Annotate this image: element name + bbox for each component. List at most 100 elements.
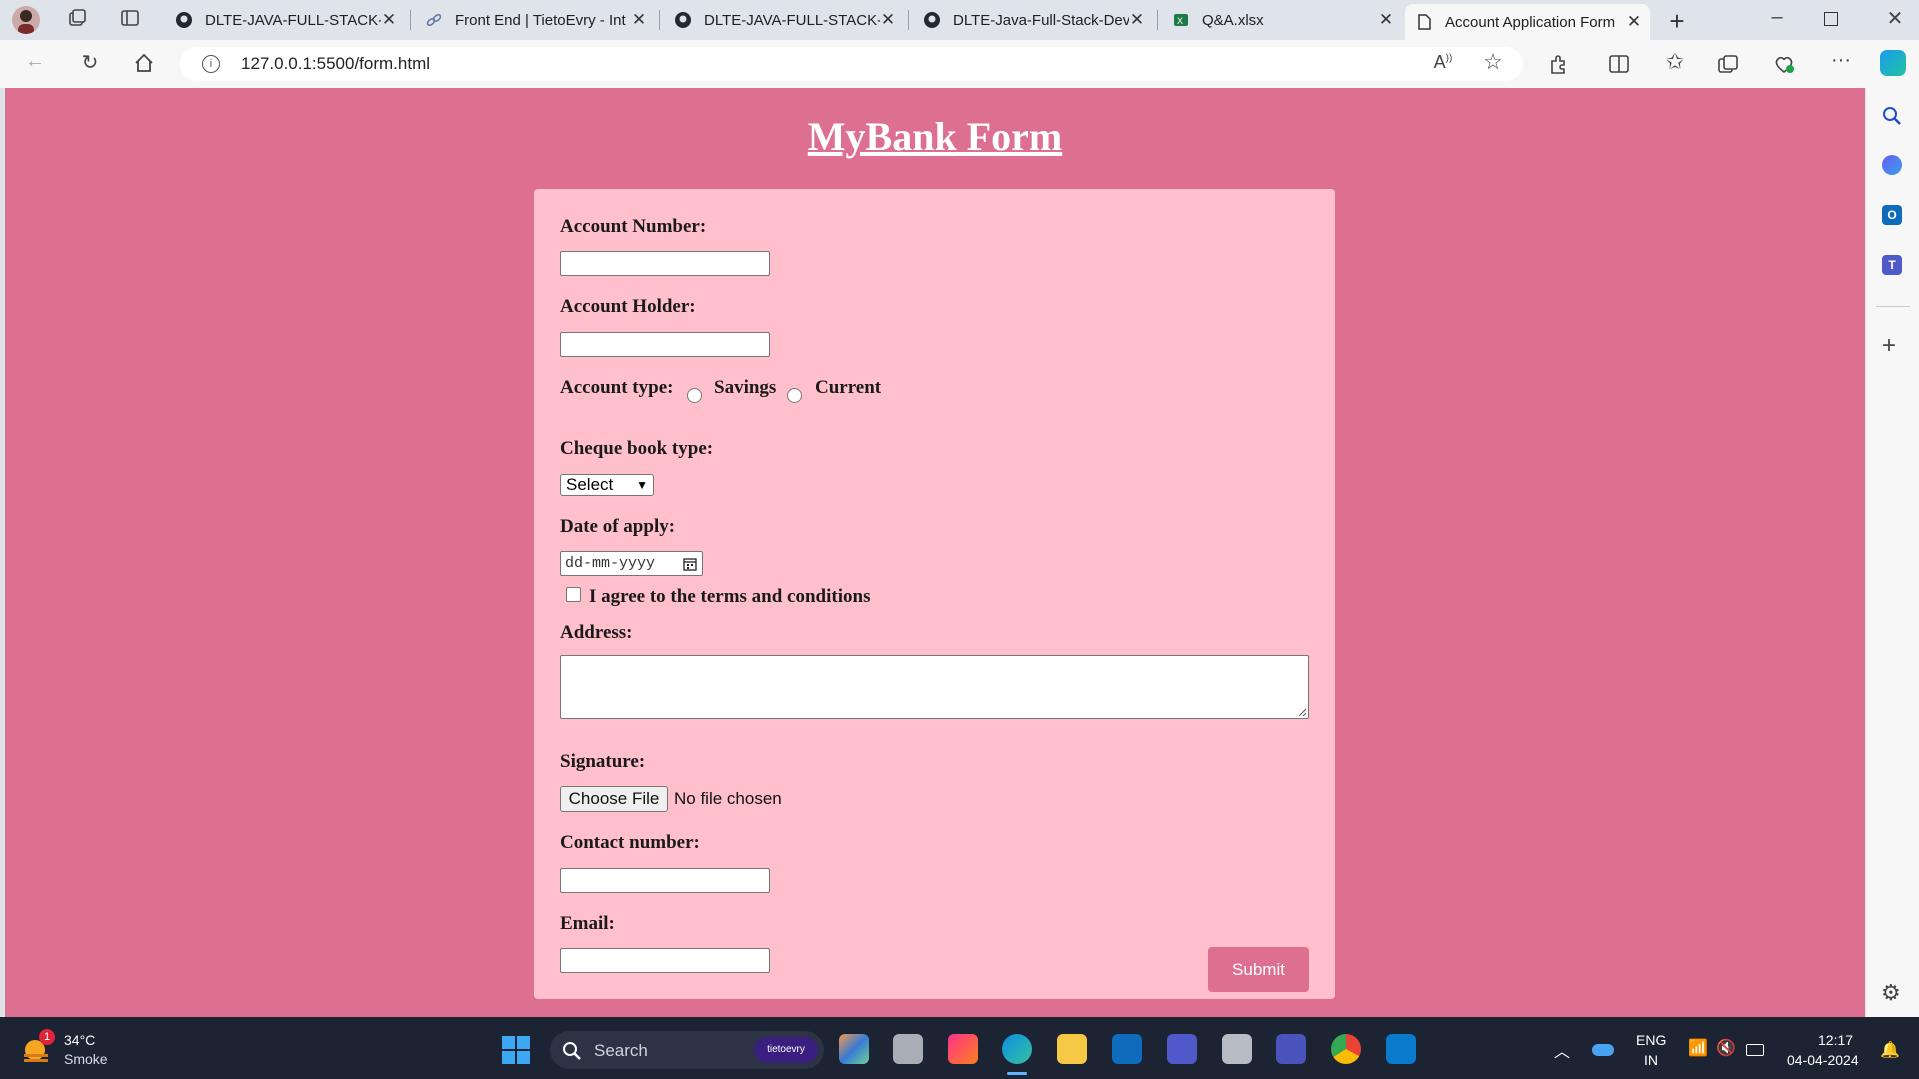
browser-essentials-icon[interactable] [1773,53,1795,80]
language-line2[interactable]: IN [1644,1052,1658,1068]
restore-icon[interactable] [1824,12,1838,26]
language-line1[interactable]: ENG [1636,1032,1666,1048]
extensions-icon[interactable] [1548,53,1570,80]
new-tab-icon[interactable]: + [1662,6,1692,37]
site-info-icon[interactable]: i [202,55,220,73]
vscode-icon[interactable] [1386,1034,1416,1064]
link-icon [426,13,442,27]
tab-tietoevry[interactable]: Front End | TietoEvry - Int ✕ [415,4,655,36]
tab-divider [908,10,909,30]
database-icon[interactable] [1222,1034,1252,1064]
settings-gear-icon[interactable]: ⚙ [1881,980,1901,1006]
minimize-icon[interactable]: – [1762,6,1792,29]
close-icon[interactable]: ✕ [880,10,896,30]
refresh-icon[interactable]: ↻ [75,50,105,75]
clock-time[interactable]: 12:17 [1818,1032,1853,1048]
tab-divider [410,10,411,30]
profile-avatar[interactable] [12,6,40,34]
edge-icon[interactable] [1002,1034,1032,1064]
windows-start-icon[interactable] [501,1035,531,1070]
choose-file-button[interactable]: Choose File [560,786,668,812]
favorite-star-icon[interactable]: ☆ [1478,49,1508,75]
select-value: Select [566,475,614,494]
terms-checkbox[interactable] [566,587,581,602]
read-aloud-icon[interactable]: A)) [1428,52,1458,73]
weather-badge: 1 [39,1029,55,1045]
more-options-icon[interactable]: ··· [1826,49,1856,72]
taskbar-search-box[interactable]: Search tietoevry [550,1031,824,1069]
add-sidebar-icon[interactable]: + [1882,332,1896,360]
tab-github-1[interactable]: DLTE-JAVA-FULL-STACK-S ✕ [165,4,405,36]
split-screen-icon[interactable] [1608,54,1630,79]
close-icon[interactable]: ✕ [631,10,647,30]
account-holder-input[interactable] [560,332,770,357]
date-label: Date of apply: [560,516,676,537]
notification-bell-icon[interactable]: 🔔 [1880,1040,1900,1060]
outlook-icon[interactable]: O [1882,205,1902,225]
copilot-sidebar-icon[interactable] [1882,155,1902,175]
search-icon[interactable] [1881,105,1903,132]
window-close-icon[interactable]: ✕ [1880,6,1910,31]
tab-label: Q&A.xlsx [1202,11,1264,29]
submit-button[interactable]: Submit [1208,947,1309,992]
sidebar-divider [1876,306,1910,307]
current-radio[interactable] [787,388,802,403]
teams-new-icon[interactable] [1276,1034,1306,1064]
teams-icon[interactable]: T [1882,255,1902,275]
close-icon[interactable]: ✕ [381,10,397,30]
weather-widget[interactable]: 1 [20,1029,55,1071]
terms-label: I agree to the terms and conditions [589,586,871,607]
chevron-up-icon[interactable]: ︿ [1554,1038,1570,1062]
file-status: No file chosen [674,789,782,808]
savings-radio[interactable] [687,388,702,403]
tab-label: DLTE-Java-Full-Stack-Dev [953,11,1129,29]
avatar-icon [18,10,34,34]
close-icon[interactable]: ✕ [1626,12,1642,32]
account-type-label: Account type: [560,377,674,398]
tab-excel[interactable]: X Q&A.xlsx ✕ [1162,4,1402,36]
workspaces-icon[interactable] [62,8,92,34]
tab-github-3[interactable]: DLTE-Java-Full-Stack-Dev ✕ [913,4,1153,36]
tab-actions-icon[interactable] [115,8,145,34]
weather-desc: Smoke [64,1051,108,1067]
outlook-taskbar-icon[interactable] [1112,1034,1142,1064]
wifi-icon[interactable]: 📶 [1688,1038,1708,1058]
tab-github-2[interactable]: DLTE-JAVA-FULL-STACK-S ✕ [664,4,904,36]
address-textarea[interactable] [560,655,1309,719]
account-number-input[interactable] [560,251,770,276]
resize-handle-icon[interactable] [1298,708,1306,716]
tab-account-form[interactable]: Account Application Form ✕ [1405,4,1650,40]
close-icon[interactable]: ✕ [1129,10,1145,30]
contact-number-label: Contact number: [560,832,700,853]
home-icon[interactable] [133,52,155,79]
clock-date[interactable]: 04-04-2024 [1787,1052,1859,1068]
search-chip: tietoevry [754,1037,818,1063]
date-placeholder: dd-mm-yyyy [565,555,656,572]
contact-number-input[interactable] [560,868,770,893]
date-input[interactable]: dd-mm-yyyy [560,551,703,576]
github-icon [176,12,192,28]
tab-label: DLTE-JAVA-FULL-STACK-S [205,11,381,29]
copilot-icon[interactable] [1880,50,1906,76]
back-icon[interactable]: ← [20,50,50,73]
collections-icon[interactable] [1717,54,1739,79]
onedrive-icon[interactable] [1592,1044,1614,1056]
app-icon-task-view[interactable] [893,1034,923,1064]
cheque-book-select[interactable]: Select ▼ [560,474,654,496]
close-icon[interactable]: ✕ [1378,10,1394,30]
favorites-icon[interactable]: ✩ [1660,49,1690,75]
teams-taskbar-icon[interactable] [1167,1034,1197,1064]
edge-active-indicator [1007,1072,1027,1075]
page-icon [1418,14,1431,30]
app-icon-pre[interactable] [839,1034,869,1064]
calendar-icon[interactable] [683,557,697,571]
savings-option-label: Savings [714,377,777,398]
email-input[interactable] [560,948,770,973]
file-explorer-icon[interactable] [1057,1034,1087,1064]
excel-icon: X [1174,14,1188,26]
chrome-icon[interactable] [1331,1034,1361,1064]
volume-muted-icon[interactable]: 🔇 [1716,1038,1736,1058]
battery-icon[interactable] [1746,1044,1764,1056]
url-text[interactable]: 127.0.0.1:5500/form.html [241,54,430,74]
intellij-icon[interactable] [948,1034,978,1064]
